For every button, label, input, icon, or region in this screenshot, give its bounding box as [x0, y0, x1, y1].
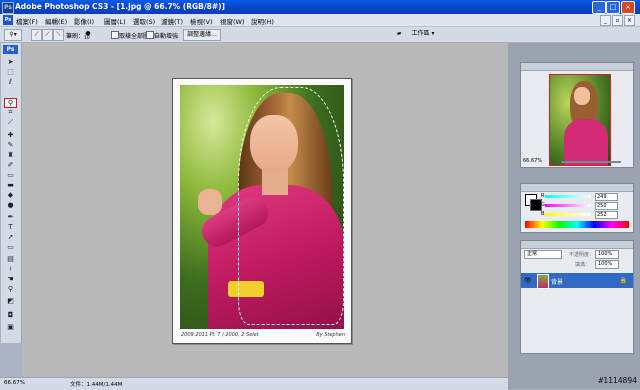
eraser-tool-icon[interactable]: ▭ [5, 171, 16, 179]
status-doc-info[interactable]: 文件：1.44M/1.44M [70, 380, 122, 388]
color-r-label: R [541, 193, 545, 199]
hand-tool-icon[interactable]: ☚ [5, 275, 16, 283]
history-brush-icon[interactable]: ✐ [5, 161, 16, 169]
shape-tool-icon[interactable]: ▭ [5, 243, 16, 251]
color-swatches-icon[interactable]: ◩ [5, 297, 16, 305]
doc-restore-button[interactable]: ▫ [612, 15, 623, 26]
color-r-slider[interactable] [545, 195, 591, 198]
layer-row-background[interactable]: 👁 背景 🔒 [521, 273, 633, 289]
fill-label: 填滿： [575, 262, 591, 268]
ps-logo[interactable]: Ps [3, 45, 18, 54]
photo-hand [198, 189, 222, 215]
window-title: Adobe Photoshop CS3 - [1.jpg @ 66.7% (RG… [15, 2, 225, 11]
navigator-panel: 66.67% [520, 62, 634, 168]
color-r-value[interactable]: 249 [595, 193, 618, 201]
color-spectrum-bar[interactable] [525, 221, 629, 228]
menu-file[interactable]: 檔案(F) [16, 16, 38, 26]
lasso-tool-icon[interactable]: ℓ [5, 78, 16, 86]
brush-tool-icon[interactable]: ✎ [5, 141, 16, 149]
watermark: #1114894 [598, 376, 637, 385]
auto-enhance-checkbox[interactable] [146, 31, 154, 39]
menu-view[interactable]: 檢視(V) [190, 16, 213, 26]
toolbox: Ps ➤ ⬚ ℓ ⚲ ⌗ ⟋ ✚ ✎ ♜ ✐ ▭ ▬ ◆ ● ✒ T ➚ ▭ ▤… [1, 43, 22, 343]
zoom-tool-icon[interactable]: ⚲ [5, 285, 16, 293]
menu-filter[interactable]: 濾鏡(T) [161, 16, 183, 26]
color-b-value[interactable]: 252 [595, 211, 618, 219]
clone-stamp-icon[interactable]: ♜ [5, 151, 16, 159]
refine-edge-button[interactable]: 調整邊緣... [183, 29, 221, 41]
photo-caption: 2009 2011 Pl: 7 / 2000, 2 Selet [181, 332, 259, 338]
close-button[interactable]: × [621, 1, 635, 14]
layer-thumbnail [537, 274, 549, 289]
pen-tool-icon[interactable]: ✒ [5, 213, 16, 221]
options-bar: ⚲▾ ⟋ ⟋ ⟍ 筆刷： ● 10 取樣全部圖層 自動增強 調整邊緣... ▰ … [0, 27, 640, 43]
status-bar: 66.67% 文件：1.44M/1.44M [0, 377, 508, 390]
doc-close-button[interactable]: × [624, 15, 635, 26]
blend-mode-select[interactable]: 正常 [524, 250, 562, 259]
photoshop-app-icon: Ps [2, 2, 14, 14]
fill-field[interactable]: 100% [595, 260, 619, 269]
move-tool-icon[interactable]: ➤ [5, 58, 16, 66]
menu-window[interactable]: 視窗(W) [220, 16, 245, 26]
subtract-selection-icon[interactable]: ⟍ [53, 29, 64, 41]
document-canvas[interactable]: 2009 2011 Pl: 7 / 2000, 2 Selet By Steph… [172, 78, 352, 344]
crop-tool-icon[interactable]: ⌗ [5, 108, 16, 116]
document-icon[interactable]: Ps [3, 15, 13, 25]
quick-mask-icon[interactable]: ◘ [5, 311, 16, 319]
visibility-eye-icon[interactable]: 👁 [524, 277, 532, 284]
navigator-zoom-value[interactable]: 66.67% [523, 158, 542, 164]
color-g-value[interactable]: 250 [595, 202, 618, 210]
palette-well-icon[interactable]: ▰ [393, 29, 405, 39]
brush-size: 10 [84, 36, 90, 41]
minimize-button[interactable]: _ [592, 1, 606, 14]
gradient-tool-icon[interactable]: ▬ [5, 181, 16, 189]
navigator-thumbnail[interactable] [549, 74, 611, 166]
opacity-label: 不透明度： [569, 252, 595, 258]
menu-layer[interactable]: 圖層(L) [104, 16, 126, 26]
menu-select[interactable]: 選取(S) [133, 16, 155, 26]
slice-tool-icon[interactable]: ⟋ [5, 118, 16, 126]
color-b-slider[interactable] [545, 213, 591, 216]
selection-marquee [238, 87, 344, 325]
blur-tool-icon[interactable]: ◆ [5, 191, 16, 199]
tool-preset-picker[interactable]: ⚲▾ [4, 29, 22, 41]
layer-name: 背景 [551, 279, 564, 286]
doc-minimize-button[interactable]: _ [600, 15, 611, 26]
dodge-tool-icon[interactable]: ● [5, 201, 16, 209]
navigator-tabs[interactable] [521, 63, 633, 71]
menu-bar: Ps 檔案(F) 編輯(E) 影像(I) 圖層(L) 選取(S) 濾鏡(T) 檢… [0, 14, 640, 27]
color-panel: R 249 G 250 B 252 [520, 183, 634, 233]
color-b-label: B [541, 211, 545, 217]
opacity-field[interactable]: 100% [595, 250, 619, 259]
lock-icon: 🔒 [619, 277, 627, 284]
title-bar: Ps Adobe Photoshop CS3 - [1.jpg @ 66.7% … [0, 0, 640, 14]
add-to-selection-icon[interactable]: ⟋ [42, 29, 53, 41]
path-selection-icon[interactable]: ➚ [5, 233, 16, 241]
status-zoom[interactable]: 66.67% [4, 380, 25, 386]
menu-help[interactable]: 說明(H) [251, 16, 274, 26]
type-tool-icon[interactable]: T [5, 223, 16, 231]
menu-image[interactable]: 影像(I) [74, 16, 94, 26]
menu-edit[interactable]: 編輯(E) [45, 16, 67, 26]
auto-enhance-label: 自動增強 [154, 33, 179, 40]
quick-selection-tool-icon[interactable]: ⚲ [4, 98, 17, 108]
screen-mode-icon[interactable]: ▣ [5, 323, 16, 331]
color-g-slider[interactable] [545, 204, 591, 207]
color-tabs[interactable] [521, 184, 633, 192]
new-selection-icon[interactable]: ⟋ [31, 29, 42, 41]
marquee-tool-icon[interactable]: ⬚ [5, 68, 16, 76]
layers-panel: 正常 不透明度： 100% 填滿： 100% 👁 背景 🔒 [520, 240, 634, 354]
eyedropper-tool-icon[interactable]: ⟊ [5, 265, 16, 273]
photo-image[interactable] [180, 85, 344, 329]
healing-brush-icon[interactable]: ✚ [5, 131, 16, 139]
layers-tabs[interactable] [521, 241, 633, 249]
maximize-button[interactable]: □ [606, 1, 620, 14]
notes-tool-icon[interactable]: ▤ [5, 255, 16, 263]
sample-all-layers-checkbox[interactable] [111, 31, 119, 39]
workspace-menu[interactable]: 工作區 ▾ [409, 29, 437, 39]
photo-signature: By Stephen [316, 332, 345, 338]
navigator-zoom-slider[interactable] [561, 161, 621, 163]
